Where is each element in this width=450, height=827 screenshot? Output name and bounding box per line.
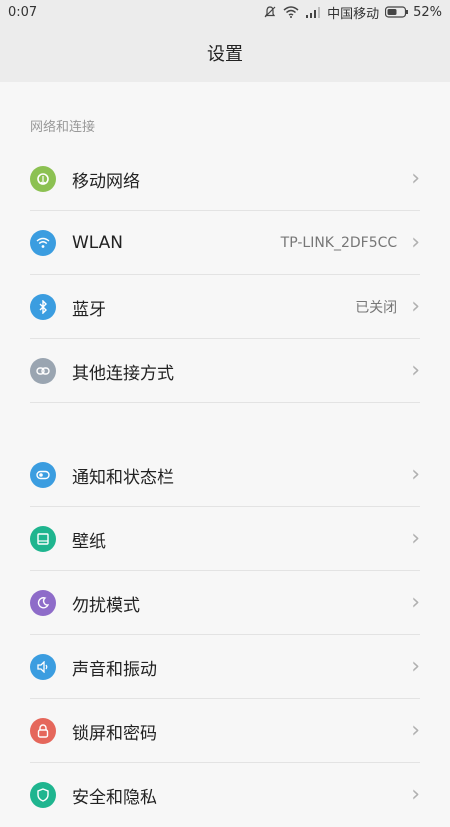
settings-row-wallpaper[interactable]: 壁纸 › bbox=[0, 507, 450, 571]
row-label: WLAN bbox=[72, 233, 124, 253]
chevron-right-icon: › bbox=[411, 654, 420, 679]
personalization-group: 通知和状态栏 › 壁纸 › 勿扰模式 › 声音和振动 › 锁屏和密码 › 安全和 bbox=[0, 443, 450, 827]
battery: 52% bbox=[385, 5, 442, 20]
speaker-icon bbox=[30, 654, 56, 680]
bluetooth-icon bbox=[30, 294, 56, 320]
chevron-right-icon: › bbox=[411, 526, 420, 551]
chevron-right-icon: › bbox=[411, 166, 420, 191]
row-label: 安全和隐私 bbox=[72, 787, 157, 808]
row-label: 声音和振动 bbox=[72, 659, 157, 680]
battery-icon bbox=[385, 6, 409, 18]
settings-row-notifications[interactable]: 通知和状态栏 › bbox=[0, 443, 450, 507]
settings-row-mobile-network[interactable]: 移动网络 › bbox=[0, 147, 450, 211]
row-label: 勿扰模式 bbox=[72, 595, 140, 616]
settings-row-wlan[interactable]: WLAN TP-LINK_2DF5CC › bbox=[0, 211, 450, 275]
settings-row-dnd[interactable]: 勿扰模式 › bbox=[0, 571, 450, 635]
wallpaper-icon bbox=[30, 526, 56, 552]
chevron-right-icon: › bbox=[411, 782, 420, 807]
section-label-network: 网络和连接 bbox=[30, 120, 96, 135]
network-group: 移动网络 › WLAN TP-LINK_2DF5CC › 蓝牙 已关闭 › 其他… bbox=[0, 147, 450, 403]
title-bar: 设置 bbox=[0, 24, 450, 82]
page-title: 设置 bbox=[207, 44, 243, 65]
chevron-right-icon: › bbox=[411, 590, 420, 615]
row-label: 移动网络 bbox=[72, 171, 140, 192]
row-label: 蓝牙 bbox=[72, 299, 106, 320]
chevron-right-icon: › bbox=[411, 462, 420, 487]
row-value: TP-LINK_2DF5CC bbox=[280, 235, 398, 251]
row-value: 已关闭 bbox=[355, 300, 398, 316]
lock-icon bbox=[30, 718, 56, 744]
row-label: 其他连接方式 bbox=[72, 363, 174, 384]
wifi-icon bbox=[30, 230, 56, 256]
moon-icon bbox=[30, 590, 56, 616]
row-label: 锁屏和密码 bbox=[72, 723, 157, 744]
link-icon bbox=[30, 358, 56, 384]
battery-percent: 52% bbox=[413, 4, 442, 20]
settings-row-sound[interactable]: 声音和振动 › bbox=[0, 635, 450, 699]
chevron-right-icon: › bbox=[411, 230, 420, 255]
clock: 0:07 bbox=[8, 4, 38, 20]
status-icons: 中国移动 52% bbox=[263, 3, 442, 22]
chevron-right-icon: › bbox=[411, 358, 420, 383]
chevron-right-icon: › bbox=[411, 718, 420, 743]
settings-row-bluetooth[interactable]: 蓝牙 已关闭 › bbox=[0, 275, 450, 339]
settings-row-privacy[interactable]: 安全和隐私 › bbox=[0, 763, 450, 827]
row-label: 通知和状态栏 bbox=[72, 467, 174, 488]
toggle-icon bbox=[30, 462, 56, 488]
shield-icon bbox=[30, 782, 56, 808]
status-bar: 0:07 中国移动 52% bbox=[0, 0, 450, 24]
settings-row-lock[interactable]: 锁屏和密码 › bbox=[0, 699, 450, 763]
settings-row-other-connections[interactable]: 其他连接方式 › bbox=[0, 339, 450, 403]
wifi-status-icon bbox=[283, 6, 299, 18]
signal-icon bbox=[305, 6, 321, 18]
carrier-label: 中国移动 bbox=[327, 6, 380, 22]
chevron-right-icon: › bbox=[411, 294, 420, 319]
row-label: 壁纸 bbox=[72, 531, 106, 552]
cellular-icon bbox=[30, 166, 56, 192]
mute-icon bbox=[263, 5, 277, 19]
